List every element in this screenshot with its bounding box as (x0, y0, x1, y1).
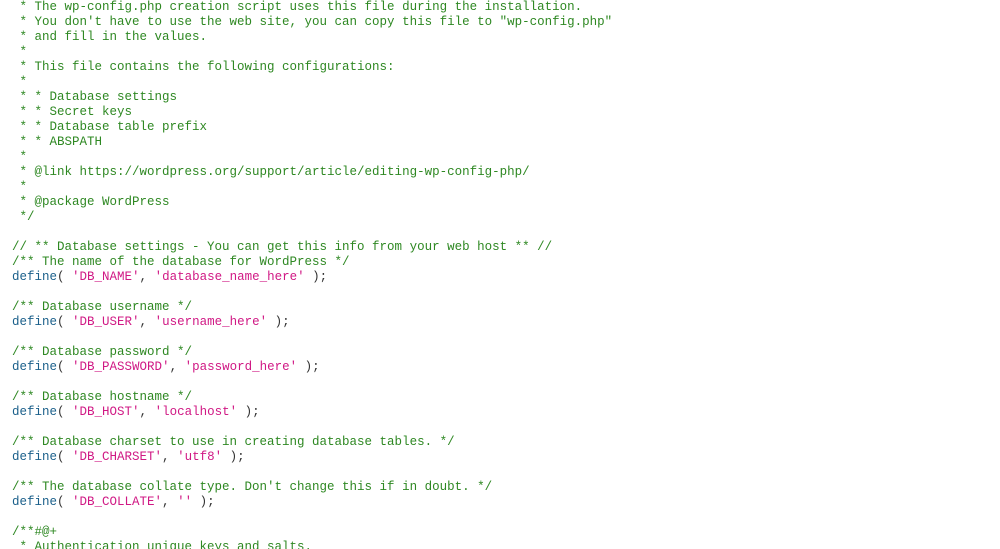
paren-close: ); (267, 315, 290, 329)
comment-line: * The wp-config.php creation script uses… (12, 0, 582, 14)
comment-line: * Authentication unique keys and salts. (12, 540, 312, 549)
comment-line: * and fill in the values. (12, 30, 207, 44)
paren-close: ); (222, 450, 245, 464)
define-keyword: define (12, 450, 57, 464)
define-comment: /** The database collate type. Don't cha… (12, 480, 492, 494)
paren-close: ); (237, 405, 260, 419)
define-keyword: define (12, 405, 57, 419)
paren-open: ( (57, 270, 72, 284)
comment-line: * @link https://wordpress.org/support/ar… (12, 165, 530, 179)
comment-line: * This file contains the following confi… (12, 60, 395, 74)
comment-line: * (12, 75, 27, 89)
define-comment: /** Database hostname */ (12, 390, 192, 404)
comment-line: */ (12, 210, 35, 224)
define-keyword: define (12, 270, 57, 284)
paren-close: ); (305, 270, 328, 284)
comment-line: * (12, 180, 27, 194)
define-keyword: define (12, 360, 57, 374)
define-comment: /** The name of the database for WordPre… (12, 255, 350, 269)
define-value: 'utf8' (177, 450, 222, 464)
define-value: 'localhost' (155, 405, 238, 419)
paren-close: ); (297, 360, 320, 374)
comma: , (140, 270, 155, 284)
comment-line: * * Secret keys (12, 105, 132, 119)
comma: , (140, 315, 155, 329)
comma: , (162, 495, 177, 509)
define-value: 'password_here' (185, 360, 298, 374)
comma: , (162, 450, 177, 464)
define-key: 'DB_HOST' (72, 405, 140, 419)
define-keyword: define (12, 495, 57, 509)
paren-open: ( (57, 405, 72, 419)
comment-line: * (12, 150, 27, 164)
paren-open: ( (57, 315, 72, 329)
comment-line: * @package WordPress (12, 195, 170, 209)
define-key: 'DB_NAME' (72, 270, 140, 284)
comment-line: * (12, 45, 27, 59)
define-comment: /** Database username */ (12, 300, 192, 314)
define-comment: /** Database password */ (12, 345, 192, 359)
comment-line: * * ABSPATH (12, 135, 102, 149)
comment-line: * * Database settings (12, 90, 177, 104)
paren-close: ); (192, 495, 215, 509)
define-key: 'DB_PASSWORD' (72, 360, 170, 374)
comma: , (170, 360, 185, 374)
paren-open: ( (57, 450, 72, 464)
comment-line: * * Database table prefix (12, 120, 207, 134)
define-key: 'DB_COLLATE' (72, 495, 162, 509)
code-block: * The wp-config.php creation script uses… (0, 0, 1000, 549)
db-settings-banner: // ** Database settings - You can get th… (12, 240, 552, 254)
define-key: 'DB_CHARSET' (72, 450, 162, 464)
define-comment: /** Database charset to use in creating … (12, 435, 455, 449)
define-value: 'database_name_here' (155, 270, 305, 284)
paren-open: ( (57, 360, 72, 374)
comma: , (140, 405, 155, 419)
define-value: '' (177, 495, 192, 509)
comment-line: /**#@+ (12, 525, 57, 539)
define-key: 'DB_USER' (72, 315, 140, 329)
define-keyword: define (12, 315, 57, 329)
define-value: 'username_here' (155, 315, 268, 329)
paren-open: ( (57, 495, 72, 509)
comment-line: * You don't have to use the web site, yo… (12, 15, 612, 29)
